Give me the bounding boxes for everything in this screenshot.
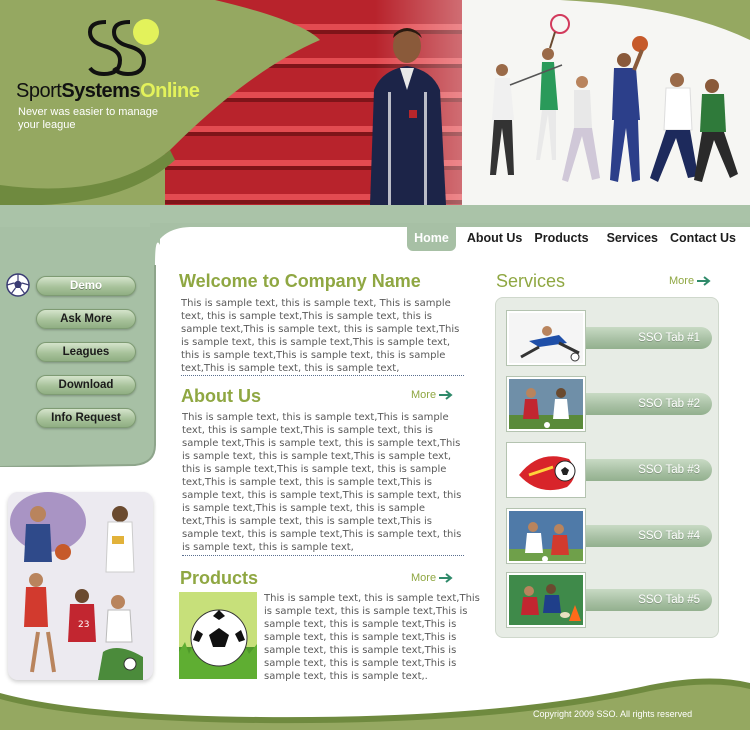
service-tab-row: SSO Tab #5 <box>502 573 712 629</box>
soccer-ball-art-icon <box>507 443 585 497</box>
footer-wave <box>0 678 750 730</box>
menu-label-info-request: Info Request <box>51 412 121 424</box>
products-more-link[interactable]: More <box>411 572 453 584</box>
products-text: This is sample text, this is sample text… <box>264 593 480 682</box>
about-text: This is sample text, this is sample text… <box>182 411 464 556</box>
service-tab-4[interactable]: SSO Tab #4 <box>582 510 712 562</box>
nav-items: Home About Us Products Services Contact … <box>407 225 742 251</box>
menu-label-download: Download <box>58 379 114 391</box>
menu-label-ask-more: Ask More <box>60 313 112 325</box>
arrow-right-icon <box>697 276 711 286</box>
main-content: Welcome to Company Name This is sample t… <box>170 265 480 695</box>
menu-label-leagues: Leagues <box>62 346 110 358</box>
arrow-right-icon <box>439 573 453 583</box>
service-tab-row: SSO Tab #4 <box>502 509 712 565</box>
about-title: About Us <box>181 386 261 406</box>
service-tab-5[interactable]: SSO Tab #5 <box>582 574 712 626</box>
service-tab-row: SSO Tab #2 <box>502 377 712 433</box>
soccer-kick-icon <box>507 311 585 365</box>
brand-name: SportSystemsOnline <box>16 80 200 103</box>
service-tab-row: SSO Tab #3 <box>502 443 712 499</box>
menu-button-download[interactable]: Download <box>36 375 136 395</box>
soccer-players-icon <box>507 509 585 563</box>
sports-collage-image: 23 <box>8 492 153 680</box>
copyright-text: Copyright 2009 SSO. All rights reserved <box>533 709 693 719</box>
welcome-text: This is sample text, this is sample text… <box>181 297 464 376</box>
nav-about-us[interactable]: About Us <box>461 227 529 249</box>
menu-label-demo: Demo <box>70 280 102 292</box>
menu-button-info-request[interactable]: Info Request <box>36 408 136 428</box>
collage-art: 23 <box>8 492 153 680</box>
services-more-label: More <box>669 275 695 287</box>
about-more-link[interactable]: More <box>411 389 453 401</box>
services-more-link[interactable]: More <box>669 275 711 287</box>
tagline: Never was easier to manage your league <box>18 106 159 131</box>
services-section: Services More SSO Tab #1 SSO Tab #2 SSO … <box>490 265 725 645</box>
arrow-right-icon <box>439 390 453 400</box>
footer: Copyright 2009 SSO. All rights reserved <box>0 675 750 730</box>
welcome-title: Welcome to Company Name <box>179 271 421 291</box>
soccer-ball-icon <box>6 273 30 297</box>
nav-services[interactable]: Services <box>601 227 664 249</box>
products-more-label: More <box>411 572 437 584</box>
nav-home[interactable]: Home <box>407 225 456 251</box>
menu-button-ask-more[interactable]: Ask More <box>36 309 136 329</box>
service-tab-3[interactable]: SSO Tab #3 <box>582 444 712 496</box>
svg-text:23: 23 <box>78 620 89 630</box>
service-tab-row: SSO Tab #1 <box>502 311 712 367</box>
services-title: Services <box>496 271 566 291</box>
service-tab-1[interactable]: SSO Tab #1 <box>582 312 712 364</box>
soccer-match-icon <box>507 377 585 431</box>
brand-part-systems: Systems <box>61 80 141 102</box>
menu-button-demo[interactable]: Demo <box>36 276 136 296</box>
rugby-match-icon <box>507 573 585 627</box>
nav-contact-us[interactable]: Contact Us <box>664 227 742 249</box>
logo-mark <box>87 19 159 77</box>
brand-part-online: Online <box>140 80 200 102</box>
nav-products[interactable]: Products <box>528 227 594 249</box>
about-more-label: More <box>411 389 437 401</box>
product-soccer-ball-image <box>179 592 257 679</box>
header-banner: SportSystemsOnline Never was easier to m… <box>0 0 750 205</box>
menu-button-leagues[interactable]: Leagues <box>36 342 136 362</box>
top-navigation: Home About Us Products Services Contact … <box>0 205 750 265</box>
brand-part-sport: Sport <box>16 80 62 102</box>
products-title: Products <box>180 568 259 588</box>
service-tab-2[interactable]: SSO Tab #2 <box>582 378 712 430</box>
